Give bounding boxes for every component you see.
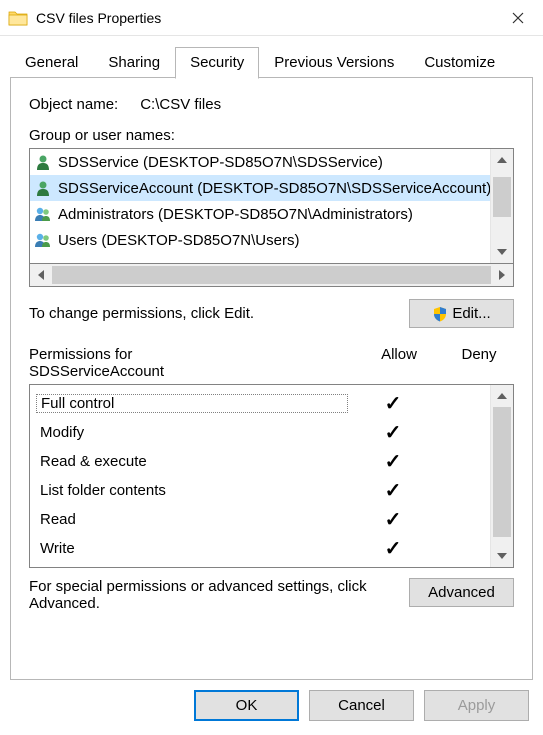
shield-icon bbox=[432, 306, 448, 322]
apply-button[interactable]: Apply bbox=[424, 690, 529, 721]
permission-name: List folder contents bbox=[36, 482, 348, 499]
close-icon bbox=[512, 12, 524, 24]
check-icon: ✓ bbox=[385, 422, 402, 444]
permissions-for-label: Permissions for SDSServiceAccount bbox=[29, 346, 354, 380]
permission-name: Modify bbox=[36, 424, 348, 441]
permission-name: Read bbox=[36, 511, 348, 528]
advanced-button[interactable]: Advanced bbox=[409, 578, 514, 607]
scroll-down-icon[interactable] bbox=[491, 545, 513, 567]
user-item[interactable]: SDSService (DESKTOP-SD85O7N\SDSService) bbox=[30, 149, 490, 175]
deny-column-header: Deny bbox=[444, 346, 514, 380]
scroll-down-icon[interactable] bbox=[491, 241, 513, 263]
permission-row[interactable]: Read & execute ✓ bbox=[36, 447, 484, 476]
group-label: Group or user names: bbox=[29, 127, 514, 144]
ok-button[interactable]: OK bbox=[194, 690, 299, 721]
advanced-hint-label: For special permissions or advanced sett… bbox=[29, 578, 397, 612]
check-icon: ✓ bbox=[385, 538, 402, 560]
cancel-button[interactable]: Cancel bbox=[309, 690, 414, 721]
user-item[interactable]: SDSServiceAccount (DESKTOP-SD85O7N\SDSSe… bbox=[30, 175, 490, 201]
permission-row[interactable]: Write ✓ bbox=[36, 534, 484, 563]
allow-cell: ✓ bbox=[348, 481, 438, 501]
scroll-left-icon[interactable] bbox=[30, 264, 52, 286]
scrollbar-thumb[interactable] bbox=[493, 407, 511, 537]
permissions-listbox[interactable]: Full control✓Modify✓Read & execute✓List … bbox=[29, 384, 514, 568]
allow-cell: ✓ bbox=[348, 539, 438, 559]
window-title: CSV files Properties bbox=[36, 10, 497, 26]
scrollbar-thumb[interactable] bbox=[493, 177, 511, 217]
tab-strip: General Sharing Security Previous Versio… bbox=[0, 36, 543, 78]
object-name-value: C:\CSV files bbox=[140, 96, 221, 113]
check-icon: ✓ bbox=[385, 480, 402, 502]
scroll-up-icon[interactable] bbox=[491, 149, 513, 171]
check-icon: ✓ bbox=[385, 393, 402, 415]
permission-name: Read & execute bbox=[36, 453, 348, 470]
user-icon bbox=[34, 179, 52, 197]
users-group-icon bbox=[34, 231, 52, 249]
user-group-item[interactable]: Administrators (DESKTOP-SD85O7N\Administ… bbox=[30, 201, 490, 227]
allow-cell: ✓ bbox=[348, 423, 438, 443]
scroll-right-icon[interactable] bbox=[491, 264, 513, 286]
permission-row[interactable]: List folder contents ✓ bbox=[36, 476, 484, 505]
scrollbar-thumb[interactable] bbox=[52, 266, 491, 284]
security-panel: Object name: C:\CSV files Group or user … bbox=[10, 78, 533, 680]
folder-icon bbox=[8, 10, 28, 26]
edit-hint-label: To change permissions, click Edit. bbox=[29, 305, 409, 322]
edit-button[interactable]: Edit... bbox=[409, 299, 514, 328]
object-name-label: Object name: bbox=[29, 96, 118, 113]
user-label: SDSService (DESKTOP-SD85O7N\SDSService) bbox=[58, 154, 383, 171]
check-icon: ✓ bbox=[385, 451, 402, 473]
dialog-buttons: OK Cancel Apply bbox=[0, 690, 543, 735]
user-icon bbox=[34, 153, 52, 171]
permission-row[interactable]: Modify ✓ bbox=[36, 418, 484, 447]
permission-name: Write bbox=[36, 540, 348, 557]
allow-cell: ✓ bbox=[348, 394, 438, 414]
permissions-vertical-scrollbar[interactable] bbox=[490, 385, 513, 567]
user-label: SDSServiceAccount (DESKTOP-SD85O7N\SDSSe… bbox=[58, 180, 490, 197]
users-horizontal-scrollbar[interactable] bbox=[29, 264, 514, 287]
users-group-icon bbox=[34, 205, 52, 223]
users-listbox[interactable]: SDSService (DESKTOP-SD85O7N\SDSService) S… bbox=[29, 148, 514, 264]
user-label: Users (DESKTOP-SD85O7N\Users) bbox=[58, 232, 299, 249]
allow-cell: ✓ bbox=[348, 452, 438, 472]
allow-column-header: Allow bbox=[354, 346, 444, 380]
users-vertical-scrollbar[interactable] bbox=[490, 149, 513, 263]
permission-row[interactable]: Read ✓ bbox=[36, 505, 484, 534]
titlebar: CSV files Properties bbox=[0, 0, 543, 36]
tab-general[interactable]: General bbox=[10, 47, 93, 79]
permission-row[interactable]: Full control ✓ bbox=[36, 389, 484, 418]
close-button[interactable] bbox=[497, 3, 539, 33]
tab-previous-versions[interactable]: Previous Versions bbox=[259, 47, 409, 79]
tab-customize[interactable]: Customize bbox=[409, 47, 510, 79]
check-icon: ✓ bbox=[385, 509, 402, 531]
user-label: Administrators (DESKTOP-SD85O7N\Administ… bbox=[58, 206, 413, 223]
allow-cell: ✓ bbox=[348, 510, 438, 530]
permission-name: Full control bbox=[36, 394, 348, 413]
tab-security[interactable]: Security bbox=[175, 47, 259, 79]
tab-sharing[interactable]: Sharing bbox=[93, 47, 175, 79]
user-group-item[interactable]: Users (DESKTOP-SD85O7N\Users) bbox=[30, 227, 490, 253]
scroll-up-icon[interactable] bbox=[491, 385, 513, 407]
